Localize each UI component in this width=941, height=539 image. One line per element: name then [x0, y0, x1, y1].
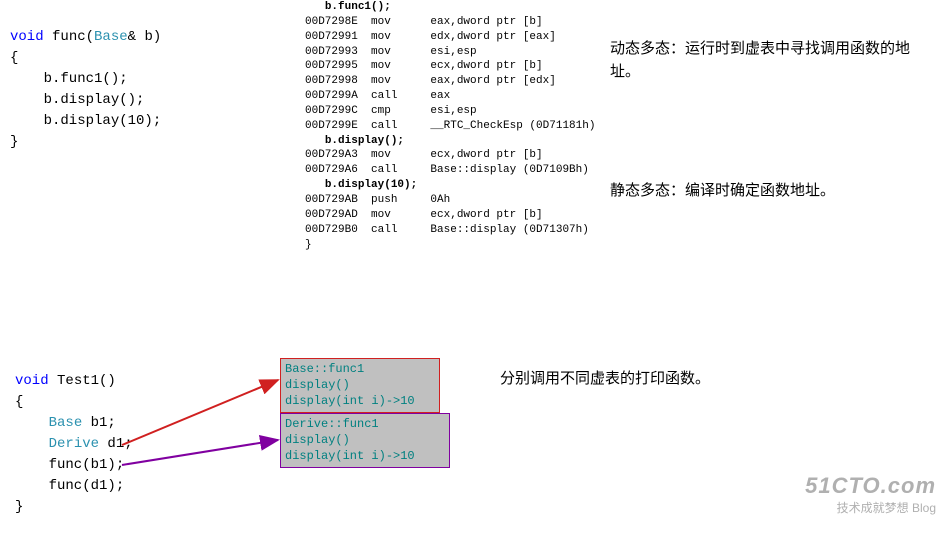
watermark-51cto: 51CTO.com 技术成就梦想 Blog	[805, 473, 936, 516]
asm-line: }	[305, 238, 595, 253]
asm-line: 00D729B0 call Base::display (0D71307h)	[305, 223, 595, 238]
asm-line: b.func1();	[305, 0, 595, 15]
asm-line: 00D72993 mov esi,esp	[305, 45, 595, 60]
asm-line: 00D72995 mov ecx,dword ptr [b]	[305, 59, 595, 74]
disassembly-block: b.func1();00D7298E mov eax,dword ptr [b]…	[305, 0, 595, 252]
annotation-vtable-call: 分别调用不同虚表的打印函数。	[500, 368, 800, 391]
asm-line: b.display();	[305, 134, 595, 149]
asm-line: 00D7299E call __RTC_CheckEsp (0D71181h)	[305, 119, 595, 134]
asm-line: 00D729A6 call Base::display (0D7109Bh)	[305, 163, 595, 178]
asm-line: 00D729AD mov ecx,dword ptr [b]	[305, 208, 595, 223]
asm-line: 00D7299C cmp esi,esp	[305, 104, 595, 119]
asm-line: 00D7299A call eax	[305, 89, 595, 104]
func-source-code: void func(Base& b) { b.func1(); b.displa…	[10, 6, 161, 174]
output-box-derive: Derive::func1 display() display(int i)->…	[280, 413, 450, 468]
annotation-static-polymorphism: 静态多态：编译时确定函数地址。	[610, 180, 930, 203]
asm-line: b.display(10);	[305, 178, 595, 193]
asm-line: 00D729A3 mov ecx,dword ptr [b]	[305, 148, 595, 163]
arrow-red	[122, 380, 278, 445]
test-source-code: void Test1() { Base b1; Derive d1; func(…	[15, 350, 133, 539]
asm-line: 00D729AB push 0Ah	[305, 193, 595, 208]
output-box-base: Base::func1 display() display(int i)->10	[280, 358, 440, 413]
asm-line: 00D7298E mov eax,dword ptr [b]	[305, 15, 595, 30]
annotation-dynamic-polymorphism: 动态多态：运行时到虚表中寻找调用函数的地址。	[610, 38, 930, 83]
arrow-purple	[122, 440, 278, 465]
asm-line: 00D72998 mov eax,dword ptr [edx]	[305, 74, 595, 89]
asm-line: 00D72991 mov edx,dword ptr [eax]	[305, 30, 595, 45]
